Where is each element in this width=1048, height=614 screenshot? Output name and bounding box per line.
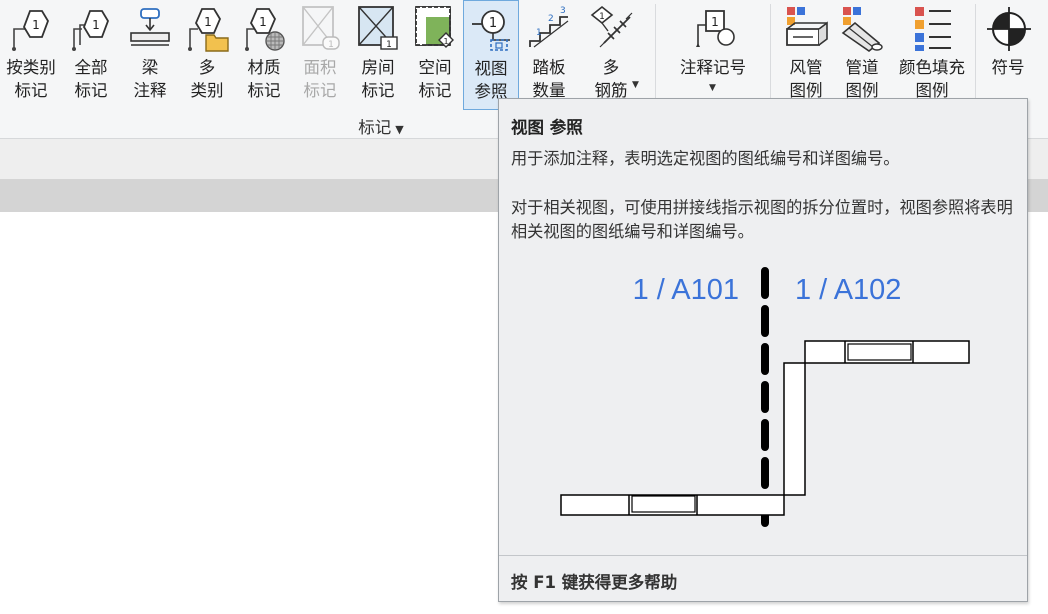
window-right: [847, 343, 912, 361]
room-tag-icon: 1: [354, 0, 402, 56]
svg-text:1: 1: [328, 40, 334, 50]
tool-label: 梁: [141, 58, 159, 77]
tooltip: 视图 参照 用于添加注释，表明选定视图的图纸编号和详图编号。 对于相关视图，可使…: [498, 98, 1028, 602]
area-tag-button[interactable]: 1 面积 标记: [294, 0, 346, 110]
tooltip-divider: [499, 555, 1027, 556]
pipe-legend-button[interactable]: 管道 图例: [834, 0, 890, 110]
right-view-reference: 1 / A102: [795, 274, 901, 306]
tool-label: 房间: [361, 58, 395, 77]
space-tag-icon: 1: [411, 0, 459, 56]
keynote-icon: 1: [689, 0, 737, 56]
tag-all-button[interactable]: 1 全部 标记: [62, 0, 120, 110]
tooltip-title: 视图 参照: [511, 118, 583, 137]
svg-text:1: 1: [711, 15, 719, 29]
tooltip-illustration: 1 / A101 1 / A102: [499, 259, 1027, 539]
tool-label: 视图: [474, 59, 508, 78]
tool-label: 按类别: [6, 58, 56, 77]
view-reference-diagram: 1 / A101 1 / A102: [560, 267, 970, 531]
dropdown-arrow-icon: ▼: [709, 83, 716, 93]
material-tag-icon: 1: [240, 0, 288, 56]
tool-label: 类别: [190, 81, 224, 100]
tool-label: 标记: [303, 81, 337, 100]
symbol-button[interactable]: 符号: [982, 0, 1034, 110]
multi-rebar-button[interactable]: 1 多 钢筋 ▼: [580, 0, 642, 110]
tool-label: 标记: [361, 81, 395, 100]
tool-label: 多: [602, 58, 620, 77]
window-left: [631, 495, 696, 513]
material-tag-button[interactable]: 1 材质 标记: [236, 0, 292, 110]
duct-legend-icon: [782, 0, 830, 56]
tool-label: 踏板: [532, 58, 566, 77]
view-reference-icon: 1: [467, 1, 515, 57]
left-view-reference: 1 / A101: [633, 274, 739, 306]
tool-label: 标记: [247, 81, 281, 100]
pipe-legend-icon: [838, 0, 886, 56]
tool-label: 标记: [14, 81, 48, 100]
svg-text:1: 1: [443, 37, 448, 46]
beam-annotation-button[interactable]: 梁 注释: [122, 0, 178, 110]
color-fill-legend-icon: [908, 0, 956, 56]
area-tag-icon: 1: [296, 0, 344, 56]
tool-label: 标记: [74, 81, 108, 100]
ribbon-separator: [770, 4, 771, 108]
tool-label: 空间: [418, 58, 452, 77]
tool-label: 风管: [789, 58, 823, 77]
tag-all-icon: 1: [67, 0, 115, 56]
duct-legend-button[interactable]: 风管 图例: [778, 0, 834, 110]
tool-label: 多: [198, 58, 216, 77]
caret-down-icon: ▼: [395, 123, 404, 136]
dropdown-arrow-icon: ▼: [632, 80, 639, 90]
view-reference-button[interactable]: 1 视图 参照: [463, 0, 519, 110]
tool-label: 标记: [418, 81, 452, 100]
tool-label: 注释: [133, 81, 167, 100]
tool-label: 材质: [247, 58, 281, 77]
svg-text:2: 2: [548, 14, 554, 24]
color-fill-legend-button[interactable]: 颜色填充 图例: [892, 0, 972, 110]
keynote-button[interactable]: 1 注释记号 ▼: [672, 0, 754, 110]
ribbon-separator: [655, 4, 656, 108]
svg-text:1: 1: [259, 15, 267, 29]
svg-text:1: 1: [599, 12, 605, 22]
multi-category-button[interactable]: 1 多 类别: [180, 0, 234, 110]
tread-number-button[interactable]: 123 踏板 数量: [522, 0, 576, 110]
symbol-icon: [984, 0, 1032, 56]
multi-rebar-icon: 1: [587, 0, 635, 56]
tool-label: 面积: [303, 58, 337, 77]
tooltip-footer: 按 F1 键获得更多帮助: [511, 573, 678, 592]
tool-label: 颜色填充: [899, 58, 965, 77]
tool-label: 注释记号: [680, 58, 746, 77]
multi-category-icon: 1: [183, 0, 231, 56]
svg-text:1: 1: [489, 16, 497, 31]
panel-title[interactable]: 标记 ▼: [346, 114, 416, 138]
space-tag-button[interactable]: 1 空间 标记: [408, 0, 462, 110]
beam-annotation-icon: [126, 0, 174, 56]
room-tag-button[interactable]: 1 房间 标记: [350, 0, 406, 110]
tooltip-description: 用于添加注释，表明选定视图的图纸编号和详图编号。: [511, 149, 900, 168]
svg-text:1: 1: [536, 28, 542, 38]
tag-by-category-button[interactable]: 1 按类别 标记: [2, 0, 60, 110]
tag-by-category-icon: 1: [7, 0, 55, 56]
svg-text:1: 1: [92, 18, 100, 32]
tool-label: 符号: [991, 58, 1025, 77]
svg-text:1: 1: [32, 18, 40, 32]
tool-label: 管道: [845, 58, 879, 77]
tread-number-icon: 123: [525, 0, 573, 56]
svg-text:1: 1: [204, 15, 212, 29]
ribbon-separator: [975, 4, 976, 108]
tool-label: 全部: [74, 58, 108, 77]
panel-title-text: 标记: [358, 118, 392, 137]
svg-text:3: 3: [560, 6, 566, 16]
tooltip-detail: 对于相关视图，可使用拼接线指示视图的拆分位置时，视图参照将表明相关视图的图纸编号…: [511, 198, 1013, 241]
svg-text:1: 1: [386, 40, 392, 50]
